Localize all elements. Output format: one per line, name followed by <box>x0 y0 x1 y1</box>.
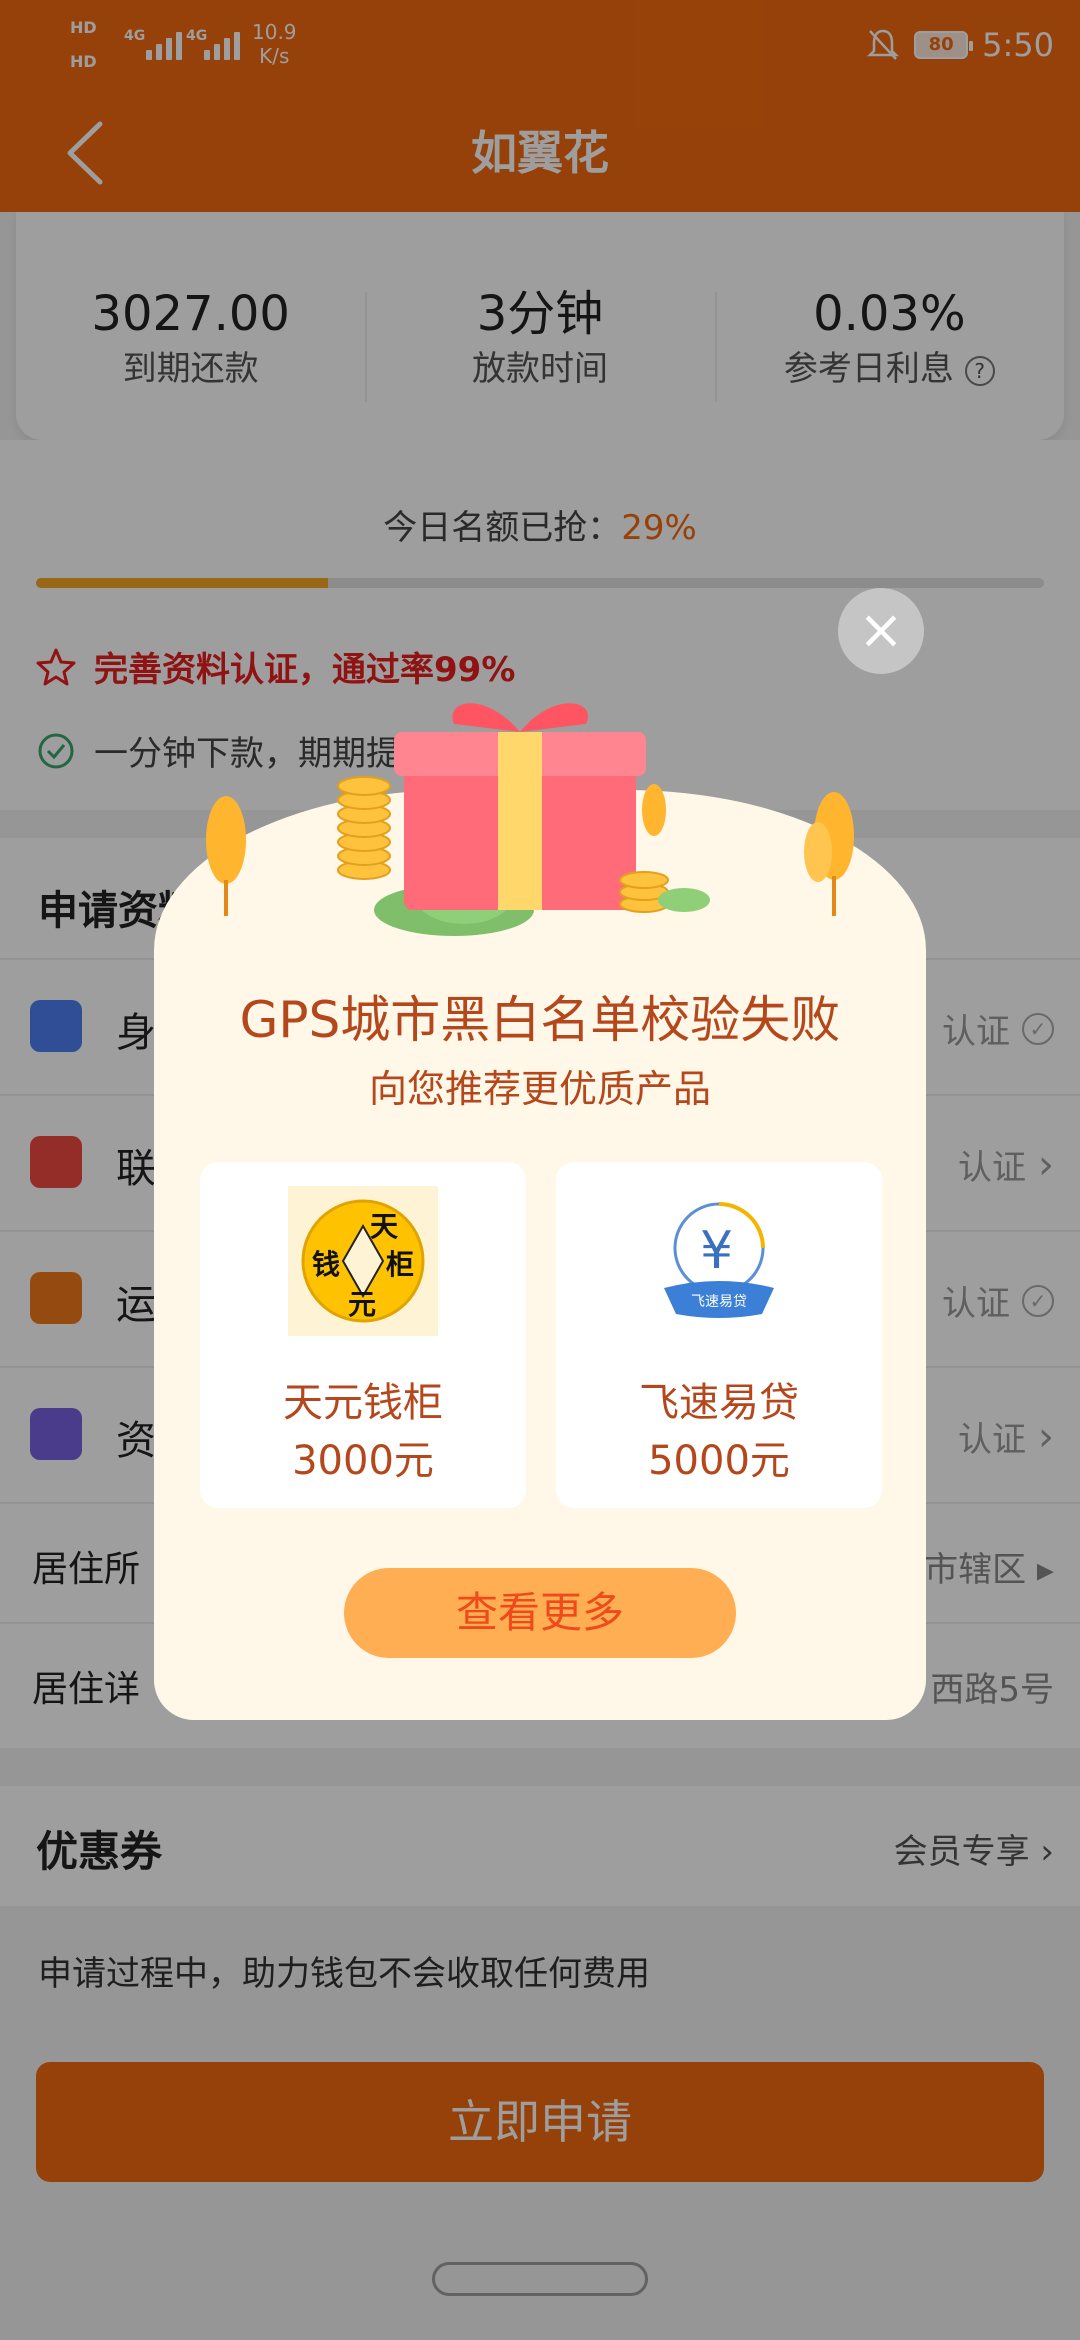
logo-text-feisu: 飞速易贷 <box>691 1294 747 1310</box>
product-name: 飞速易贷 <box>639 1380 799 1426</box>
logo-char-yuan: 元 <box>348 1288 376 1321</box>
product-amount: 3000元 <box>292 1438 434 1484</box>
logo-char-gui: 柜 <box>386 1248 414 1281</box>
logo-char-qian: 钱 <box>312 1248 340 1281</box>
coin-logo-icon: 天 钱 柜 元 <box>301 1199 425 1323</box>
product-amount: 5000元 <box>648 1438 790 1484</box>
see-more-button[interactable]: 查看更多 <box>344 1568 736 1658</box>
yuan-logo-icon: ¥ 飞速易贷 <box>664 1202 774 1318</box>
gift-illustration <box>206 703 854 936</box>
product-card-tianyuan[interactable]: 天 钱 柜 元 天元钱柜 3000元 <box>200 1162 526 1508</box>
recommend-modal: GPS城市黑白名单校验失败 向您推荐更优质产品 天 钱 柜 元 天元钱柜 300… <box>154 703 926 1720</box>
product-name: 天元钱柜 <box>283 1380 443 1426</box>
tianyuan-logo: 天 钱 柜 元 <box>288 1186 438 1336</box>
modal-subline: 向您推荐更优质产品 <box>368 1067 711 1111</box>
svg-text:¥: ¥ <box>700 1221 733 1281</box>
feisu-logo: ¥ 飞速易贷 <box>644 1186 794 1336</box>
logo-char-tian: 天 <box>370 1210 398 1243</box>
modal-headline: GPS城市黑白名单校验失败 <box>239 991 841 1049</box>
product-card-feisu[interactable]: ¥ 飞速易贷 飞速易贷 5000元 <box>556 1162 882 1508</box>
